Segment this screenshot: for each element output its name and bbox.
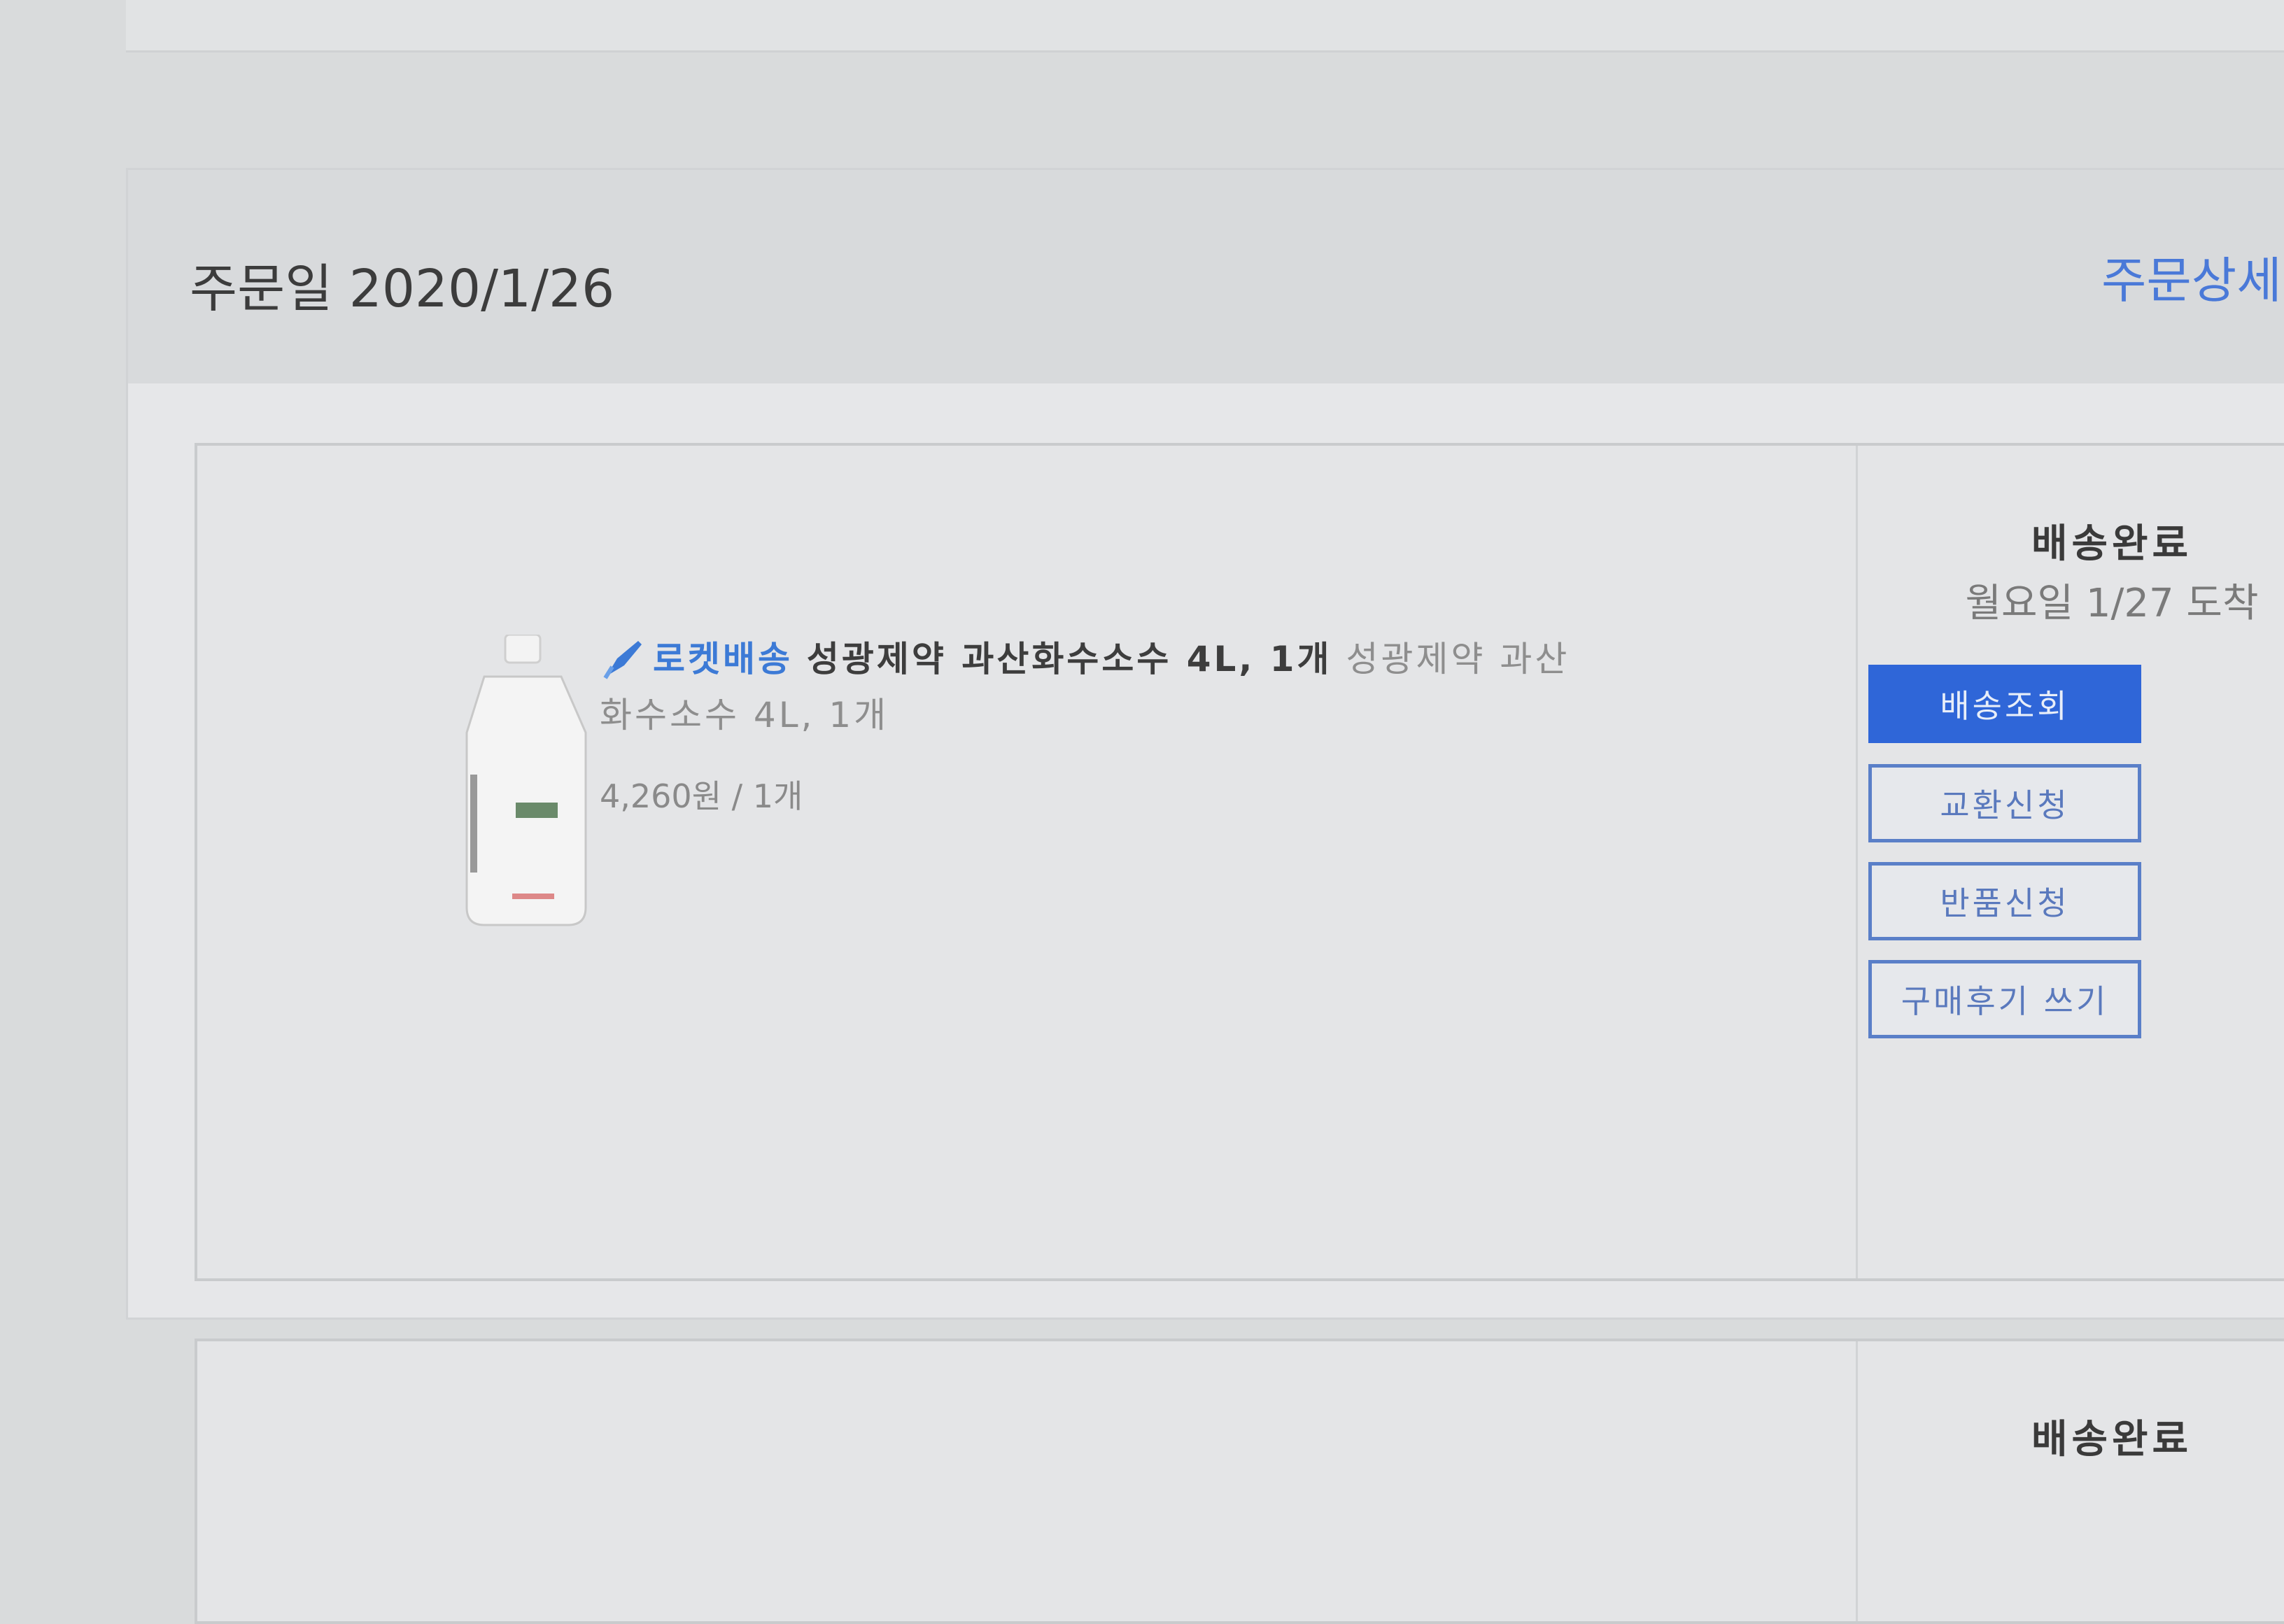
delivery-status: 배송완료: [1857, 1341, 2284, 1621]
order-item: 배송완료: [195, 1339, 2284, 1624]
arrival-date: 월요일 1/27 도착: [1965, 581, 2259, 626]
track-delivery-button[interactable]: 배송조회: [1868, 665, 2141, 743]
order-header: 주문일 2020/1/26 주문상세: [128, 170, 2284, 383]
order-date: 주문일 2020/1/26: [190, 259, 615, 319]
status-title: 배송완료: [2031, 1417, 2193, 1462]
product-title[interactable]: 성광제약 과산화수소수 4L, 1개: [807, 639, 1332, 679]
product-price: 4,260원 / 1개: [600, 777, 803, 815]
return-request-button[interactable]: 반품신청: [1868, 862, 2141, 940]
product-subtitle-2: 화수소수 4L, 1개: [600, 695, 889, 735]
previous-order-card-edge: [126, 0, 2284, 52]
product-subtitle-1: 성광제약 과산: [1346, 639, 1570, 679]
product-image[interactable]: [456, 635, 596, 928]
order-card: 주문일 2020/1/26 주문상세 로켓배송 성광제약 과산화수소수 4L, …: [126, 168, 2284, 1624]
write-review-button[interactable]: 구매후기 쓰기: [1868, 960, 2141, 1038]
product-info: 로켓배송 성광제약 과산화수소수 4L, 1개 성광제약 과산 화수소수 4L,…: [600, 631, 1614, 817]
exchange-request-button[interactable]: 교환신청: [1868, 764, 2141, 842]
rocket-delivery-label: 로켓배송: [653, 639, 793, 679]
status-title: 배송완료: [2031, 521, 2193, 567]
order-detail-link[interactable]: 주문상세: [2101, 241, 2282, 312]
rocket-icon: [603, 641, 642, 679]
